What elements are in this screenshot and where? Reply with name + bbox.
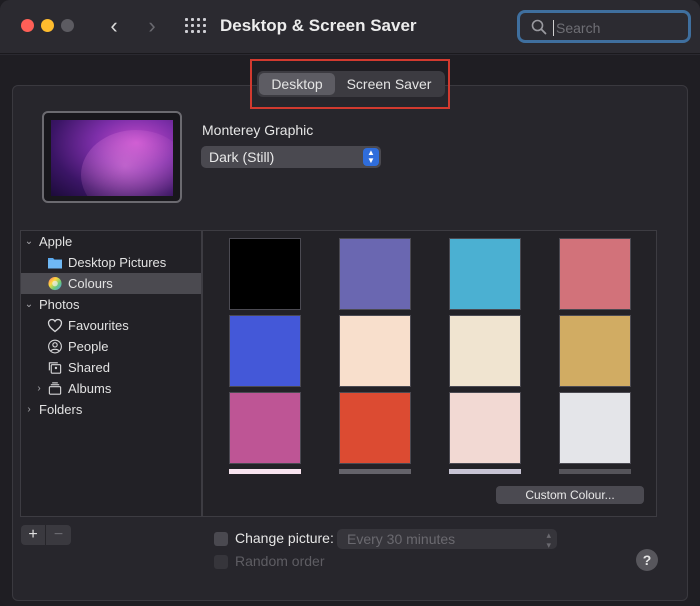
minimize-window-button[interactable] (41, 19, 54, 32)
colour-swatch[interactable] (339, 392, 411, 464)
search-icon (531, 19, 547, 35)
sidebar-item-favourites[interactable]: Favourites (21, 315, 201, 336)
chevron-down-icon[interactable]: ⌄ (23, 294, 35, 315)
up-down-chevron-icon: ▴ ▾ (546, 530, 551, 550)
colour-swatch[interactable] (229, 315, 301, 387)
system-preferences-window: ‹ › Desktop & Screen Saver Search Deskto… (0, 0, 700, 606)
colour-swatch[interactable] (229, 392, 301, 464)
random-order-checkbox[interactable] (214, 555, 228, 569)
appearance-select-value: Dark (Still) (209, 149, 275, 165)
search-input[interactable]: Search (553, 20, 600, 36)
sidebar-item-colours[interactable]: Colours (21, 273, 201, 294)
colour-grid (202, 230, 657, 517)
title-bar: ‹ › Desktop & Screen Saver Search (0, 0, 700, 54)
colour-swatch[interactable] (449, 392, 521, 464)
folder-icon (48, 258, 62, 269)
appearance-select[interactable]: Dark (Still) ▲ ▼ (201, 146, 381, 168)
search-field[interactable]: Search (517, 10, 691, 43)
colour-swatch[interactable] (449, 315, 521, 387)
sidebar-item-folders[interactable]: › Folders (21, 399, 201, 420)
chevron-right-icon[interactable]: › (33, 378, 45, 399)
colour-swatch[interactable] (559, 238, 631, 310)
heart-icon (47, 318, 63, 333)
wallpaper-name: Monterey Graphic (202, 122, 314, 138)
sidebar-item-people[interactable]: People (21, 336, 201, 357)
close-window-button[interactable] (21, 19, 34, 32)
source-sidebar: ⌄ Apple Desktop Pictures Colours ⌄ Photo… (20, 230, 202, 517)
colour-swatch-partial[interactable] (559, 469, 631, 474)
sidebar-item-shared[interactable]: Shared (21, 357, 201, 378)
fullscreen-window-button[interactable] (61, 19, 74, 32)
chevron-right-icon[interactable]: › (23, 399, 35, 420)
show-all-grid-icon[interactable] (185, 18, 206, 34)
colour-swatch[interactable] (449, 238, 521, 310)
tab-switcher: Desktop Screen Saver (257, 71, 445, 97)
person-circle-icon (48, 339, 62, 354)
change-picture-label: Change picture: (235, 530, 334, 546)
sidebar-item-desktop-pictures[interactable]: Desktop Pictures (21, 252, 201, 273)
shared-album-icon (48, 362, 62, 374)
add-folder-button[interactable]: + (21, 525, 46, 545)
wallpaper-preview-image (51, 120, 173, 196)
remove-folder-button[interactable]: − (46, 525, 71, 545)
tab-desktop[interactable]: Desktop (259, 73, 335, 95)
window-title: Desktop & Screen Saver (220, 16, 417, 35)
colour-swatch-partial[interactable] (339, 469, 411, 474)
album-stack-icon (48, 382, 62, 395)
sidebar-add-remove: + − (21, 525, 71, 545)
change-interval-value: Every 30 minutes (347, 531, 456, 547)
colour-swatch[interactable] (229, 238, 301, 310)
colour-swatch[interactable] (339, 238, 411, 310)
colour-swatch[interactable] (559, 315, 631, 387)
tab-screen-saver[interactable]: Screen Saver (335, 73, 443, 95)
sidebar-item-albums[interactable]: › Albums (21, 378, 201, 399)
change-picture-checkbox[interactable] (214, 532, 228, 546)
custom-colour-button[interactable]: Custom Colour... (496, 486, 644, 504)
wallpaper-preview (42, 111, 182, 203)
forward-arrow-icon[interactable]: › (142, 14, 162, 38)
sidebar-item-photos[interactable]: ⌄ Photos (21, 294, 201, 315)
up-down-chevron-icon: ▲ ▼ (363, 148, 379, 166)
back-arrow-icon[interactable]: ‹ (104, 14, 124, 38)
change-interval-select[interactable]: Every 30 minutes ▴ ▾ (337, 529, 557, 550)
random-order-label: Random order (235, 553, 325, 569)
chevron-down-icon[interactable]: ⌄ (23, 231, 35, 252)
colour-wheel-icon (48, 276, 62, 291)
colour-swatch[interactable] (559, 392, 631, 464)
sidebar-item-apple[interactable]: ⌄ Apple (21, 231, 201, 252)
colour-swatch-partial[interactable] (229, 469, 301, 474)
help-button[interactable]: ? (636, 549, 658, 571)
content-area: Desktop Screen Saver Monterey Graphic Da… (0, 55, 700, 606)
colour-swatch-partial[interactable] (449, 469, 521, 474)
colour-swatch[interactable] (339, 315, 411, 387)
